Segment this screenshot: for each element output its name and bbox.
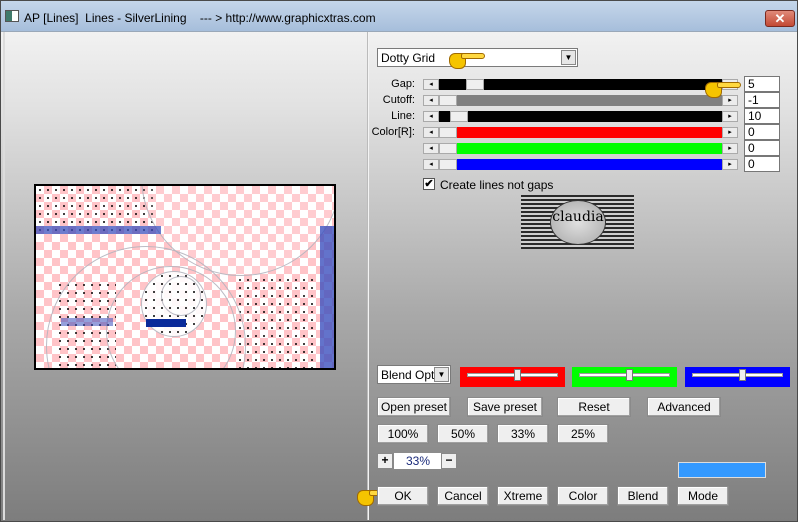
blend-slider[interactable]: [572, 367, 677, 387]
slider-right-arrow-icon[interactable]: ▸: [722, 159, 738, 170]
parameter-slider[interactable]: ◂▸: [423, 159, 738, 170]
color-swatch[interactable]: [678, 462, 766, 478]
slider-left-arrow-icon[interactable]: ◂: [423, 127, 439, 138]
ok-button[interactable]: OK: [377, 486, 429, 506]
zoom-100-button[interactable]: 100%: [377, 424, 429, 444]
blend-button[interactable]: Blend: [617, 486, 669, 506]
preset-value: Dotty Grid: [381, 51, 436, 65]
slider-value-field[interactable]: 5: [744, 76, 780, 92]
logo-text: claudia: [552, 209, 604, 225]
reset-button[interactable]: Reset: [557, 397, 631, 417]
slider-track[interactable]: [439, 95, 722, 106]
slider-track[interactable]: [439, 111, 722, 122]
slider-right-arrow-icon[interactable]: ▸: [722, 143, 738, 154]
color-button[interactable]: Color: [557, 486, 609, 506]
slider-label: Cutoff:: [382, 94, 415, 106]
preview-image[interactable]: [34, 184, 336, 370]
blue-band: [36, 226, 161, 234]
zoom-25-button[interactable]: 25%: [557, 424, 609, 444]
slider-track[interactable]: [439, 79, 722, 90]
blend-slider-knob[interactable]: [626, 369, 634, 381]
open-preset-button[interactable]: Open preset: [377, 397, 451, 417]
slider-thumb[interactable]: [439, 95, 457, 106]
plugin-dialog: AP [Lines] Lines - SilverLining --- > ht…: [0, 0, 798, 522]
mode-button[interactable]: Mode: [677, 486, 729, 506]
circle-shape: [161, 276, 201, 316]
chevron-down-icon[interactable]: ▼: [561, 50, 576, 65]
slider-track[interactable]: [439, 127, 722, 138]
slider-left-arrow-icon[interactable]: ◂: [423, 79, 439, 90]
zoom-33-button[interactable]: 33%: [497, 424, 549, 444]
slider-thumb[interactable]: [439, 127, 457, 138]
slider-track[interactable]: [439, 159, 722, 170]
blend-slider[interactable]: [685, 367, 790, 387]
create-lines-checkbox[interactable]: ✔: [423, 178, 435, 190]
slider-right-arrow-icon[interactable]: ▸: [722, 111, 738, 122]
slider-track[interactable]: [439, 143, 722, 154]
slider-left-arrow-icon[interactable]: ◂: [423, 143, 439, 154]
pointing-hand-icon: [705, 80, 741, 98]
pointing-hand-icon: [449, 51, 485, 69]
blue-band: [320, 226, 334, 368]
slider-thumb[interactable]: [439, 159, 457, 170]
slider-value-field[interactable]: 0: [744, 156, 780, 172]
blend-slider[interactable]: [460, 367, 565, 387]
parameter-slider[interactable]: ◂▸: [423, 79, 738, 90]
slider-thumb[interactable]: [439, 143, 457, 154]
dot-pattern: [36, 186, 156, 231]
parameter-slider[interactable]: ◂▸: [423, 95, 738, 106]
zoom-in-button[interactable]: +: [377, 453, 393, 469]
slider-label: Color[R]:: [371, 126, 415, 138]
chevron-down-icon[interactable]: ▼: [434, 367, 449, 382]
xtreme-button[interactable]: Xtreme: [497, 486, 549, 506]
save-preset-button[interactable]: Save preset: [467, 397, 543, 417]
blue-band: [61, 318, 113, 326]
slider-label: Line:: [391, 110, 415, 122]
slider-value-field[interactable]: 0: [744, 124, 780, 140]
close-button[interactable]: ✕: [765, 10, 795, 27]
slider-thumb[interactable]: [449, 111, 468, 122]
parameter-slider[interactable]: ◂▸: [423, 111, 738, 122]
slider-value-field[interactable]: -1: [744, 92, 780, 108]
blend-slider-rail[interactable]: [467, 373, 558, 377]
blend-slider-knob[interactable]: [739, 369, 747, 381]
slider-label: Gap:: [391, 78, 415, 90]
claudia-logo: claudia: [521, 195, 634, 249]
slider-left-arrow-icon[interactable]: ◂: [423, 111, 439, 122]
advanced-button[interactable]: Advanced: [647, 397, 721, 417]
zoom-level-field[interactable]: 33%: [394, 453, 442, 469]
zoom-out-button[interactable]: −: [441, 453, 457, 469]
blend-slider-rail[interactable]: [692, 373, 783, 377]
title-bar: AP [Lines] Lines - SilverLining --- > ht…: [1, 1, 797, 32]
window-title: AP [Lines] Lines - SilverLining --- > ht…: [24, 11, 376, 25]
dot-pattern: [236, 276, 316, 368]
slider-value-field[interactable]: 0: [744, 140, 780, 156]
app-icon: [5, 10, 19, 22]
parameter-slider[interactable]: ◂▸: [423, 143, 738, 154]
blend-slider-knob[interactable]: [514, 369, 522, 381]
parameter-slider[interactable]: ◂▸: [423, 127, 738, 138]
blend-options-dropdown[interactable]: Blend Opti ▼: [377, 365, 451, 384]
blend-slider-rail[interactable]: [579, 373, 670, 377]
create-lines-label: Create lines not gaps: [440, 178, 554, 192]
slider-right-arrow-icon[interactable]: ▸: [722, 127, 738, 138]
slider-left-arrow-icon[interactable]: ◂: [423, 95, 439, 106]
blue-band: [146, 319, 186, 327]
slider-value-field[interactable]: 10: [744, 108, 780, 124]
frame-border: [3, 32, 5, 520]
slider-thumb[interactable]: [465, 79, 484, 90]
zoom-50-button[interactable]: 50%: [437, 424, 489, 444]
blend-options-value: Blend Opti: [381, 368, 438, 382]
cancel-button[interactable]: Cancel: [437, 486, 489, 506]
slider-left-arrow-icon[interactable]: ◂: [423, 159, 439, 170]
